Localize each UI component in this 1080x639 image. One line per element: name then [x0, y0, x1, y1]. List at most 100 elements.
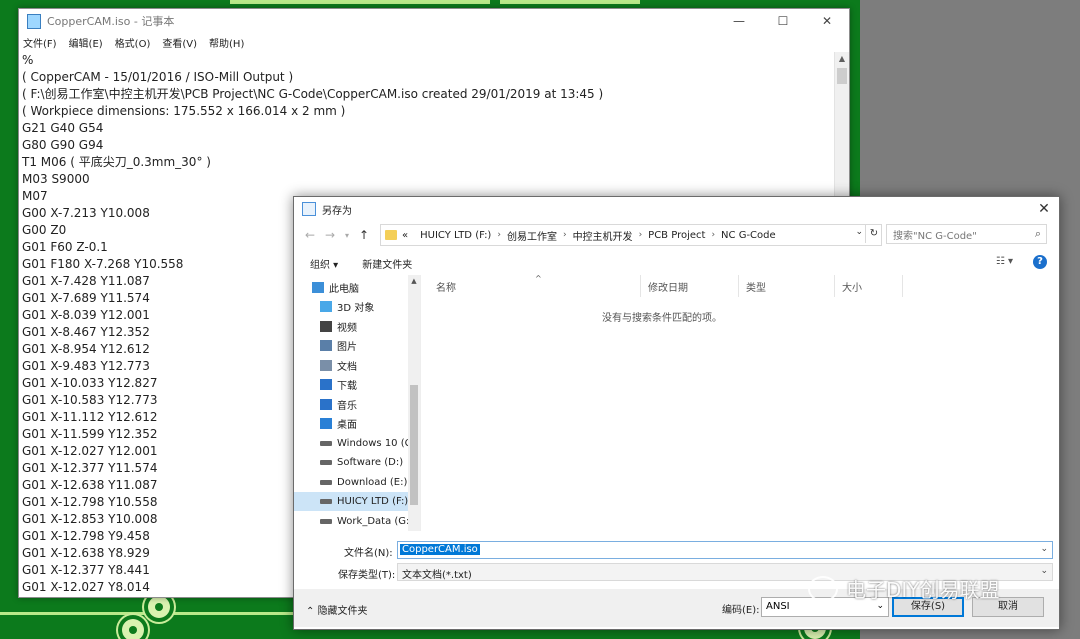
breadcrumb-overflow[interactable]: «: [402, 230, 408, 241]
pcb-trace: [230, 0, 490, 4]
new-folder-button[interactable]: 新建文件夹: [362, 256, 412, 271]
filename-input[interactable]: CopperCAM.iso ⌄: [397, 541, 1053, 559]
text-line: M03 S9000: [22, 172, 90, 186]
computer-icon: [312, 282, 324, 293]
nav-item[interactable]: 3D 对象: [294, 297, 408, 316]
notepad-menubar: 文件(F) 编辑(E) 格式(O) 查看(V) 帮助(H): [19, 33, 849, 51]
back-arrow-icon[interactable]: ←: [300, 228, 320, 242]
search-icon[interactable]: ⌕: [1035, 227, 1041, 241]
nav-item[interactable]: 音乐: [294, 395, 408, 414]
filename-value[interactable]: CopperCAM.iso: [400, 544, 480, 555]
nav-item[interactable]: Work_Data (G:: [294, 512, 408, 531]
download-icon: [320, 379, 332, 390]
dialog-navbar: ← → ▾ ↑ « HUICY LTD (F:) › 创易工作室 › 中控主机开…: [294, 222, 1059, 248]
chevron-down-icon[interactable]: ⌄: [1040, 566, 1048, 576]
column-type[interactable]: 类型: [746, 279, 766, 294]
nav-item[interactable]: 桌面: [294, 414, 408, 433]
view-options-icon[interactable]: ☷ ▾: [996, 256, 1013, 267]
address-bar[interactable]: « HUICY LTD (F:) › 创易工作室 › 中控主机开发 › PCB …: [380, 224, 882, 246]
dialog-icon: [302, 202, 316, 216]
search-input[interactable]: 搜索"NC G-Code" ⌕: [886, 224, 1047, 244]
organize-button[interactable]: 组织 ▾: [310, 256, 338, 271]
notepad-title: CopperCAM.iso - 记事本: [47, 15, 175, 28]
menu-format[interactable]: 格式(O): [115, 35, 151, 50]
refresh-icon[interactable]: ↻: [865, 225, 882, 243]
menu-edit[interactable]: 编辑(E): [69, 35, 103, 50]
filename-label: 文件名(N):: [344, 548, 393, 559]
maximize-icon[interactable]: ☐: [761, 9, 805, 33]
column-size[interactable]: 大小: [842, 279, 862, 294]
text-line: %: [22, 53, 34, 67]
chevron-right-icon[interactable]: ›: [497, 230, 501, 240]
menu-help[interactable]: 帮助(H): [209, 35, 244, 50]
breadcrumb-item[interactable]: 创易工作室: [507, 228, 557, 243]
encoding-label: 编码(E):: [722, 605, 760, 616]
breadcrumb-item[interactable]: 中控主机开发: [573, 228, 633, 243]
nav-item[interactable]: Software (D:): [294, 453, 408, 472]
menu-view[interactable]: 查看(V): [162, 35, 197, 50]
nav-item-label: 3D 对象: [337, 303, 375, 314]
text-line: G80 G90 G94: [22, 138, 104, 152]
nav-item-label: 音乐: [337, 400, 357, 412]
hide-folders-toggle[interactable]: ⌃ 隐藏文件夹: [306, 602, 368, 617]
dialog-toolbar: 组织 ▾ 新建文件夹 ☷ ▾ ?: [294, 252, 1059, 274]
drive-icon: [320, 460, 332, 465]
filetype-value: 文本文档(*.txt): [402, 570, 472, 581]
nav-item[interactable]: 此电脑: [294, 278, 408, 297]
chevron-right-icon[interactable]: ›: [711, 230, 715, 240]
chevron-down-icon[interactable]: ⌄: [1040, 544, 1048, 554]
pcb-pad: [122, 619, 144, 639]
nav-item[interactable]: Download (E:): [294, 473, 408, 492]
nav-item-label: 图片: [337, 342, 357, 353]
forward-arrow-icon[interactable]: →: [320, 228, 340, 242]
chevron-right-icon[interactable]: ›: [563, 230, 567, 240]
video-icon: [320, 320, 332, 332]
scroll-up-icon[interactable]: ▲: [408, 275, 420, 287]
recent-dropdown-icon[interactable]: ▾: [340, 231, 354, 240]
close-icon[interactable]: ✕: [805, 9, 849, 33]
nav-scrollbar[interactable]: ▲: [408, 275, 420, 531]
text-line: G21 G40 G54: [22, 121, 104, 135]
notepad-icon: [27, 13, 41, 29]
help-icon[interactable]: ?: [1033, 255, 1047, 269]
breadcrumb-item[interactable]: PCB Project: [648, 230, 705, 241]
nav-item-label: 文档: [337, 361, 357, 373]
nav-item[interactable]: 视频: [294, 317, 408, 336]
scroll-thumb[interactable]: [837, 68, 847, 84]
pictures-icon: [320, 340, 332, 351]
nav-item[interactable]: 图片: [294, 336, 408, 355]
menu-file[interactable]: 文件(F): [23, 35, 57, 50]
filename-row: 文件名(N): CopperCAM.iso ⌄: [294, 541, 1059, 561]
notepad-titlebar: CopperCAM.iso - 记事本 — ☐ ✕: [19, 9, 849, 33]
chevron-down-icon[interactable]: ⌄: [855, 227, 863, 237]
dialog-titlebar: 另存为 ✕: [294, 197, 1059, 221]
nav-item[interactable]: 下载: [294, 375, 408, 394]
nav-item[interactable]: HUICY LTD (F:): [294, 492, 408, 511]
nav-item[interactable]: 文档: [294, 356, 408, 375]
file-list: 名称 ^ 修改日期 类型 大小 没有与搜索条件匹配的项。: [422, 274, 1057, 531]
column-date[interactable]: 修改日期: [648, 279, 688, 294]
3d-objects-icon: [320, 301, 332, 312]
drive-icon: [320, 518, 332, 524]
nav-item[interactable]: Windows 10 (C: [294, 434, 408, 453]
documents-icon: [320, 359, 332, 371]
scroll-thumb[interactable]: [410, 385, 418, 505]
nav-item-label: HUICY LTD (F:): [337, 496, 408, 507]
column-name[interactable]: 名称: [436, 279, 456, 294]
breadcrumb-item[interactable]: NC G-Code: [721, 230, 776, 241]
chevron-right-icon[interactable]: ›: [639, 230, 643, 240]
watermark-text: 电子DIY创易联盟: [846, 578, 1000, 602]
breadcrumb-item[interactable]: HUICY LTD (F:): [420, 230, 491, 241]
nav-item-label: Windows 10 (C: [337, 437, 408, 449]
desktop-icon: [320, 418, 332, 429]
nav-item-label: 桌面: [337, 420, 357, 431]
minimize-icon[interactable]: —: [717, 9, 761, 33]
music-icon: [320, 398, 332, 410]
drive-icon: [320, 440, 332, 446]
close-icon[interactable]: ✕: [1029, 201, 1059, 217]
scroll-up-icon[interactable]: ▲: [835, 52, 849, 66]
up-arrow-icon[interactable]: ↑: [354, 228, 374, 242]
text-line: ( Workpiece dimensions: 175.552 x 166.01…: [22, 104, 346, 118]
navigation-pane: ▲ 此电脑 3D 对象视频图片文档下载音乐桌面 Windows 10 (C Softw…: [294, 275, 421, 531]
dialog-title: 另存为: [322, 205, 352, 217]
